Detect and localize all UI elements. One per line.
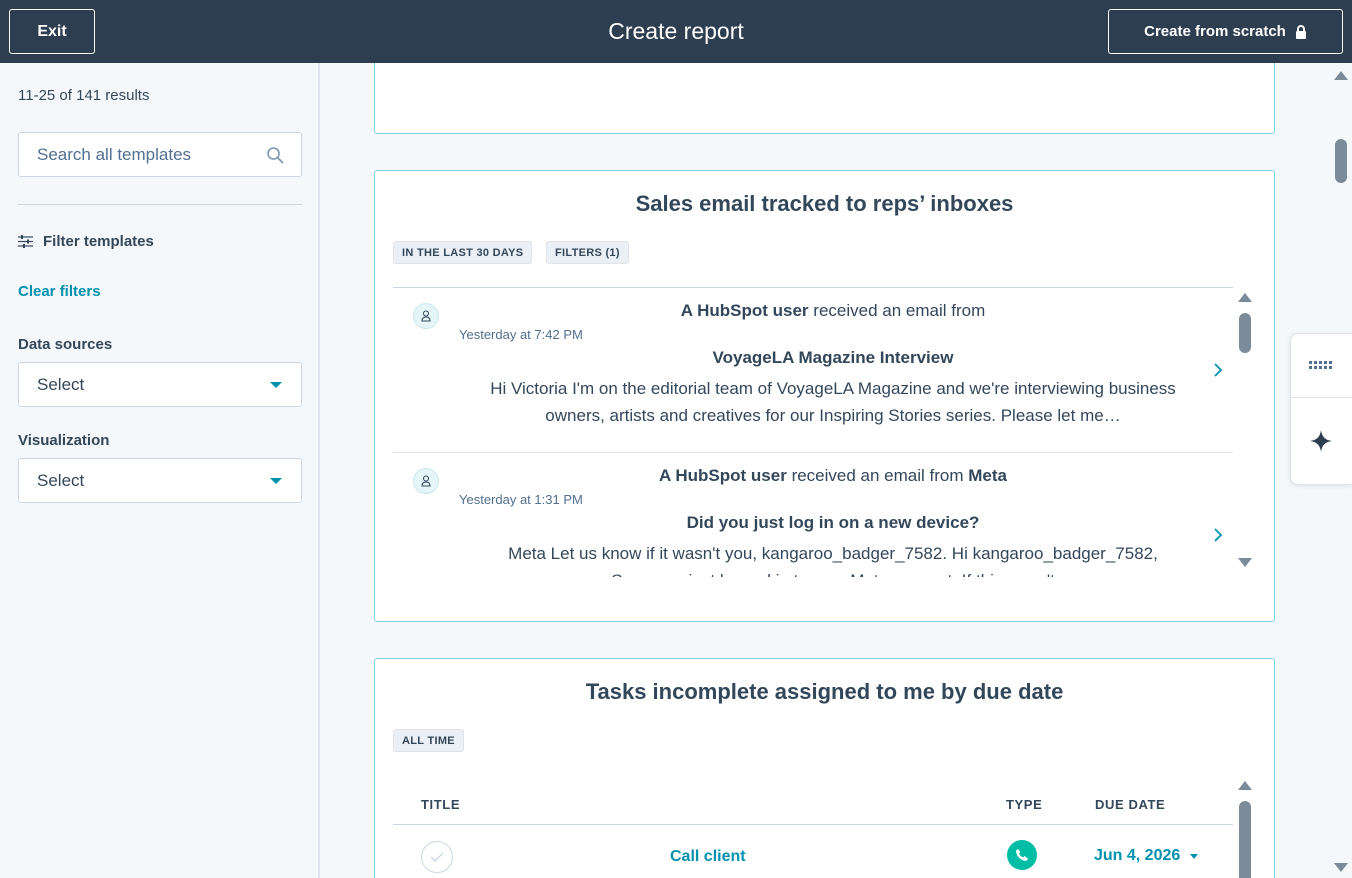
scroll-up-arrow-icon[interactable] — [1238, 781, 1252, 790]
filter-templates-heading: Filter templates — [18, 233, 154, 250]
table-row: Call client Jun 4, 2026 — [393, 825, 1233, 878]
card-title: Tasks incomplete assigned to me by due d… — [585, 679, 1064, 704]
complete-task-checkbox[interactable] — [421, 841, 453, 873]
phone-icon — [1007, 840, 1037, 870]
caret-down-icon — [270, 478, 282, 484]
create-from-scratch-button[interactable]: Create from scratch — [1108, 9, 1343, 54]
scroll-thumb[interactable] — [1335, 139, 1347, 183]
due-date-value: Jun 4, 2026 — [1094, 847, 1181, 864]
user-avatar-icon — [413, 468, 439, 494]
scroll-down-arrow-icon[interactable] — [1238, 558, 1252, 567]
search-icon[interactable] — [266, 146, 284, 164]
search-input[interactable] — [19, 133, 259, 176]
feed-item[interactable]: A HubSpot user received an email from Me… — [393, 453, 1233, 577]
results-count: 11-25 of 141 results — [18, 87, 150, 104]
data-sources-label: Data sources — [18, 336, 113, 353]
template-list: Sales email tracked to reps’ inboxes IN … — [322, 63, 1330, 878]
email-subject: Did you just log in on a new device? — [686, 513, 980, 532]
lock-icon — [1295, 24, 1306, 39]
ai-sparkle-icon[interactable] — [1310, 430, 1332, 452]
chevron-right-icon[interactable] — [1213, 362, 1223, 378]
sidebar: 11-25 of 141 results Filter templates Cl… — [0, 63, 320, 878]
feed-timestamp: Yesterday at 7:42 PM — [459, 327, 583, 342]
feed-timestamp: Yesterday at 1:31 PM — [459, 492, 583, 507]
search-box — [18, 132, 302, 177]
filters-tag: FILTERS (1) — [546, 241, 629, 264]
create-from-scratch-label: Create from scratch — [1144, 23, 1286, 40]
column-header-due-date[interactable]: DUE DATE — [1095, 797, 1165, 812]
feed-headline: A HubSpot user received an email from Me… — [659, 466, 1007, 485]
visualization-select[interactable]: Select — [18, 458, 302, 503]
feed-scrollbar[interactable] — [1238, 293, 1252, 569]
card-title: Sales email tracked to reps’ inboxes — [635, 191, 1014, 216]
scroll-up-arrow-icon[interactable] — [1238, 293, 1252, 302]
data-sources-value: Select — [37, 374, 85, 394]
caret-down-icon — [1190, 853, 1199, 859]
apps-grid-icon[interactable] — [1309, 361, 1335, 370]
visualization-value: Select — [37, 470, 85, 490]
scroll-up-arrow-icon[interactable] — [1334, 71, 1348, 80]
scroll-thumb[interactable] — [1239, 801, 1251, 878]
feed-headline: A HubSpot user received an email from — [680, 301, 986, 320]
email-preview: Hi Victoria I'm on the editorial team of… — [490, 379, 1176, 425]
date-range-tag: ALL TIME — [393, 729, 464, 752]
caret-down-icon — [270, 382, 282, 388]
clear-filters-link[interactable]: Clear filters — [18, 283, 101, 300]
user-avatar-icon — [413, 303, 439, 329]
email-feed: A HubSpot user received an email from Ye… — [393, 287, 1233, 577]
column-header-title[interactable]: TITLE — [421, 797, 460, 812]
email-subject: VoyageLA Magazine Interview — [712, 348, 954, 367]
template-card-partial[interactable] — [374, 63, 1275, 134]
date-range-tag: IN THE LAST 30 DAYS — [393, 241, 533, 264]
filter-sliders-icon — [18, 235, 33, 248]
column-header-type[interactable]: TYPE — [1006, 797, 1042, 812]
table-header: TITLE TYPE DUE DATE — [393, 793, 1233, 825]
table-scrollbar[interactable] — [1238, 781, 1252, 878]
sidebar-divider — [18, 204, 302, 205]
due-date-dropdown[interactable]: Jun 4, 2026 — [1094, 847, 1199, 865]
data-sources-select[interactable]: Select — [18, 362, 302, 407]
task-title-link[interactable]: Call client — [670, 848, 746, 866]
chevron-right-icon[interactable] — [1213, 527, 1223, 543]
scroll-thumb[interactable] — [1239, 313, 1251, 353]
template-card-sales-email[interactable]: Sales email tracked to reps’ inboxes IN … — [374, 170, 1275, 622]
email-preview: Meta Let us know if it wasn't you, kanga… — [508, 544, 1158, 577]
template-card-tasks[interactable]: Tasks incomplete assigned to me by due d… — [374, 658, 1275, 878]
feed-item[interactable]: A HubSpot user received an email from Ye… — [393, 288, 1233, 453]
visualization-label: Visualization — [18, 432, 110, 449]
top-bar: Exit Create report Create from scratch — [0, 0, 1352, 63]
scroll-down-arrow-icon[interactable] — [1334, 863, 1348, 872]
filter-templates-label: Filter templates — [43, 233, 154, 250]
page-scrollbar[interactable] — [1333, 63, 1349, 878]
